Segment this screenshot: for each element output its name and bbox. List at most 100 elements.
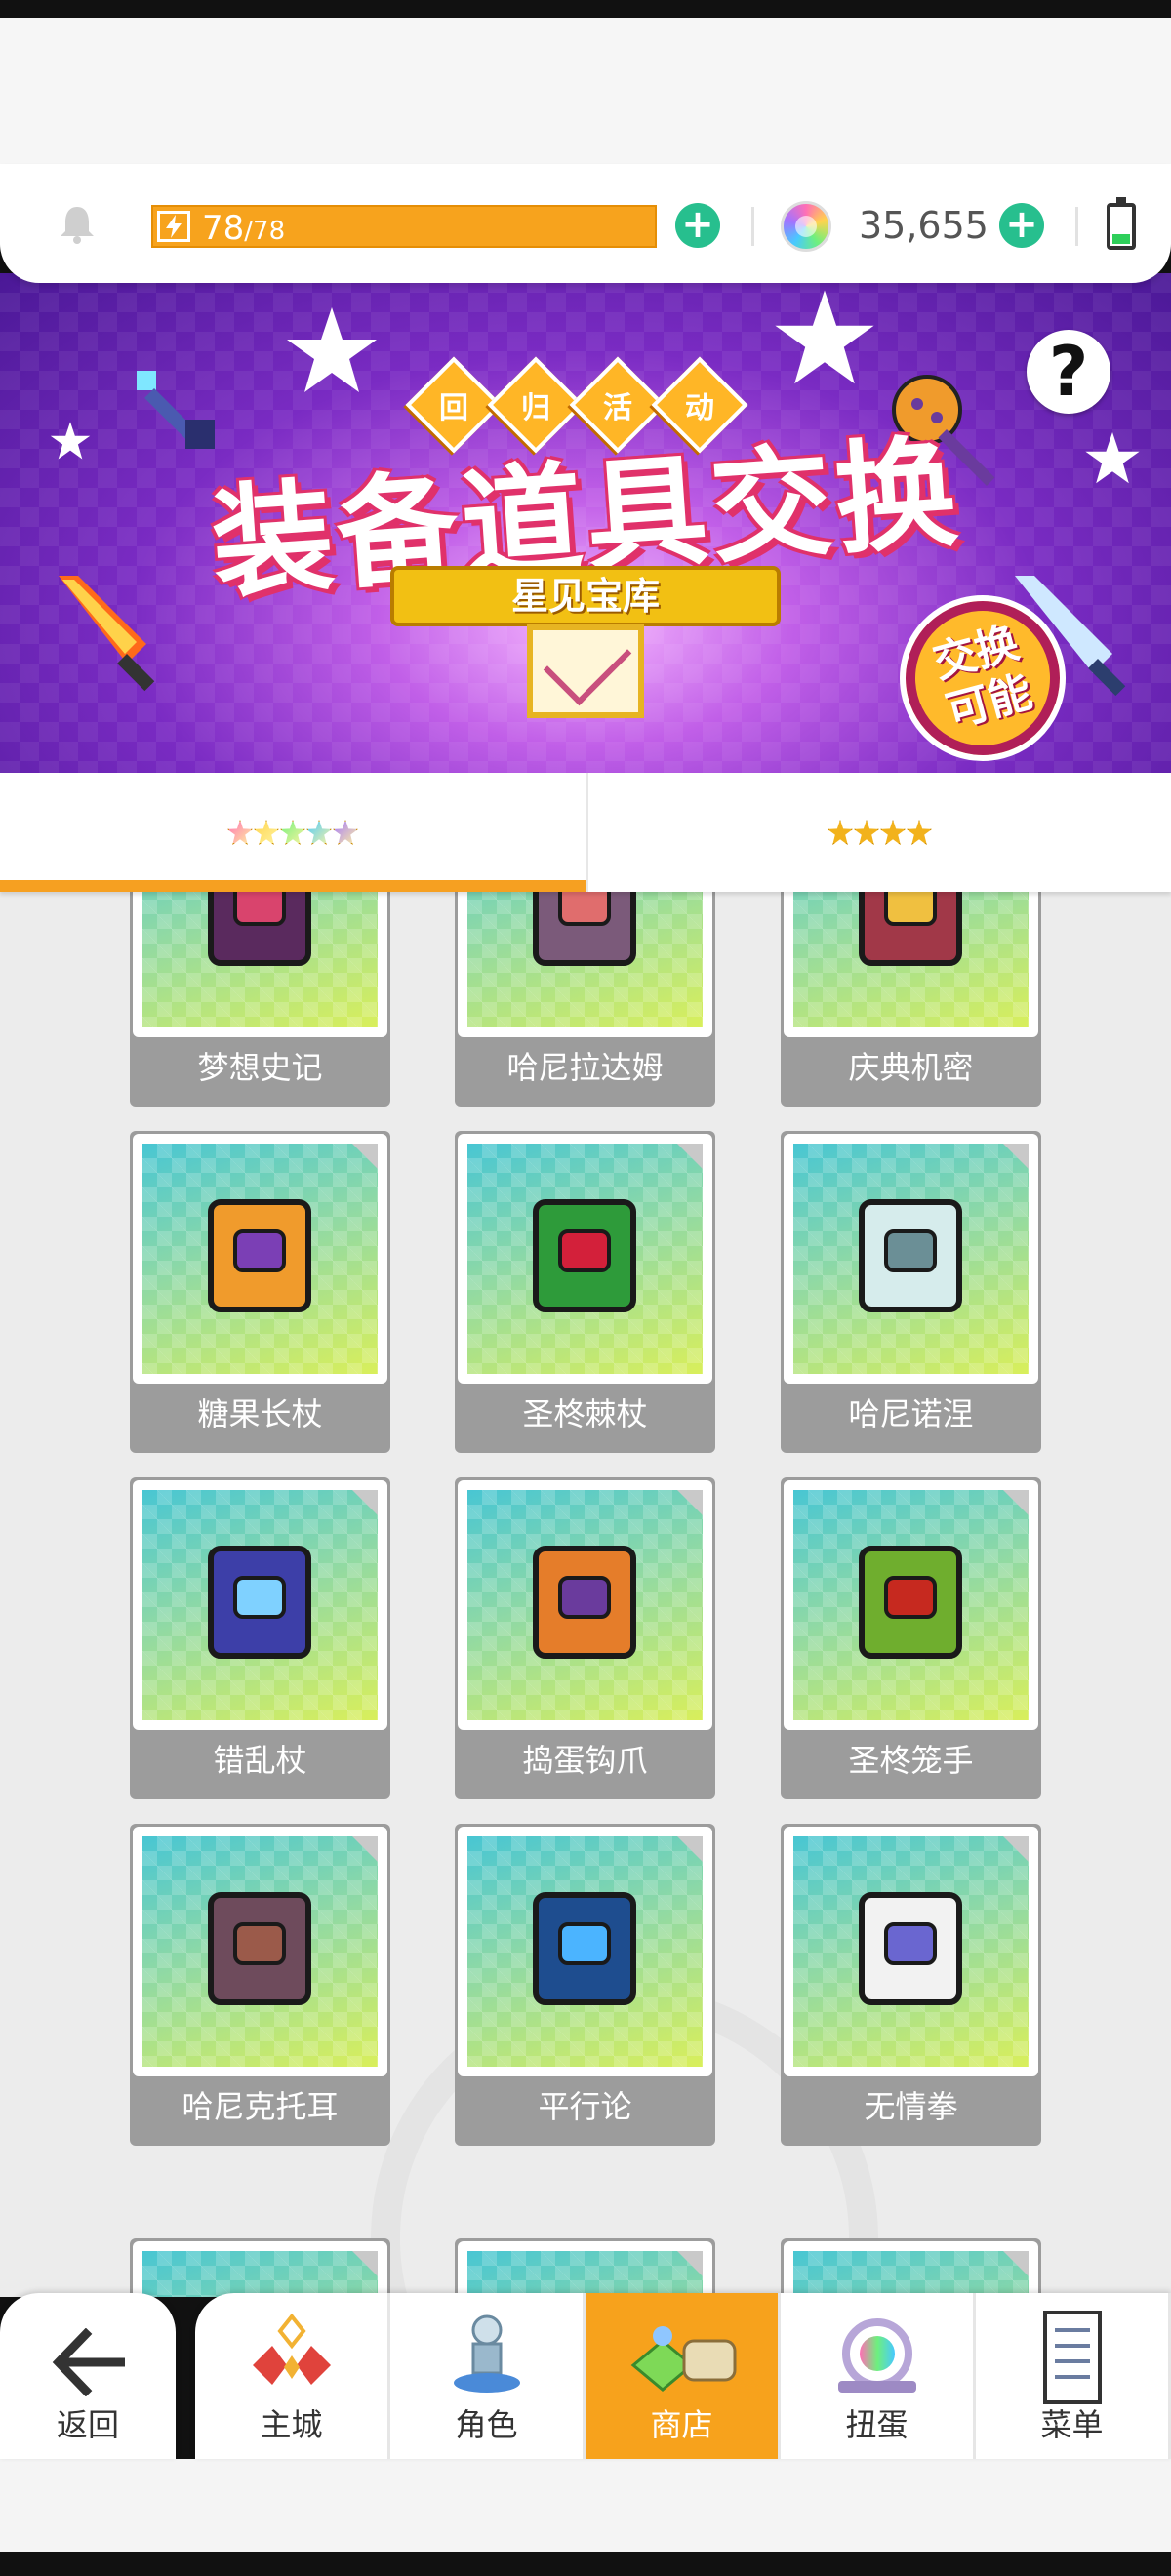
item-card[interactable]: 哈尼克托耳 (130, 1824, 390, 2146)
item-art (793, 1144, 1029, 1374)
item-icon (208, 892, 311, 966)
five-star-rating-icon (227, 820, 358, 845)
nav-item-character[interactable]: 角色 (390, 2293, 586, 2459)
item-card[interactable]: 哈尼诺涅 (781, 1131, 1041, 1453)
item-art (467, 1490, 703, 1720)
add-energy-button[interactable]: + (675, 203, 720, 248)
energy-current: 78 (202, 209, 245, 248)
item-name: 捣蛋钩爪 (522, 1742, 648, 1779)
item-art (142, 1490, 378, 1720)
item-art (142, 1144, 378, 1374)
item-grid: 梦想史记 哈尼拉达姆 庆典机密糖果长杖 圣柊棘杖 哈尼诺涅错乱杖 捣蛋钩爪 圣柊笼手哈尼克托… (0, 892, 1171, 2297)
star-decoration-icon (50, 422, 91, 460)
item-icon (859, 892, 962, 966)
item-art (793, 1836, 1029, 2067)
tab-four-star[interactable] (586, 773, 1171, 892)
battery-icon (1107, 197, 1136, 250)
item-art (793, 892, 1029, 1027)
item-card[interactable]: 平行论 (455, 1824, 715, 2146)
item-card[interactable]: 捣蛋钩爪 (455, 1477, 715, 1799)
star-icon (333, 820, 358, 845)
star-decoration-icon (775, 290, 874, 384)
shop-icon (630, 2326, 736, 2392)
item-art (142, 892, 378, 1027)
item-card[interactable]: 糖果长杖 (130, 1131, 390, 1453)
envelope-icon (527, 624, 644, 718)
item-card[interactable]: 梦想史记 (130, 892, 390, 1107)
back-button[interactable]: 返回 (0, 2293, 176, 2459)
item-card[interactable]: 错乱杖 (130, 1477, 390, 1799)
item-card[interactable]: 无情拳 (781, 1824, 1041, 2146)
item-name: 梦想史记 (197, 1049, 323, 1086)
item-card-partial[interactable] (781, 2238, 1041, 2297)
gacha-icon (837, 2318, 916, 2393)
menu-icon (1042, 2311, 1102, 2404)
item-card-partial[interactable] (130, 2238, 390, 2297)
item-icon (533, 1199, 636, 1312)
star-icon (306, 820, 332, 845)
banner-ribbon: 星见宝库 (390, 566, 781, 626)
castle-icon (252, 2313, 331, 2385)
star-decoration-icon (1085, 432, 1140, 484)
bell-icon[interactable] (55, 201, 100, 246)
item-icon (208, 1892, 311, 2005)
rarity-tabs (0, 773, 1171, 892)
below-nav-area (0, 2459, 1171, 2552)
item-icon (533, 1546, 636, 1659)
item-name: 平行论 (538, 2088, 632, 2125)
help-button[interactable]: ? (1027, 330, 1110, 414)
item-icon (859, 1546, 962, 1659)
energy-bar: 78/78 (151, 205, 657, 248)
status-bar (0, 0, 1171, 18)
lightning-icon (157, 211, 190, 242)
item-card[interactable]: 哈尼拉达姆 (455, 892, 715, 1107)
top-blank-area (0, 18, 1171, 174)
add-gems-button[interactable]: + (999, 203, 1044, 248)
energy-max: /78 (244, 217, 286, 246)
four-star-rating-icon (828, 820, 932, 845)
item-icon (533, 892, 636, 966)
item-icon (859, 1892, 962, 2005)
bottom-navigation: 返回 主城 角色 商店 扭蛋 菜单 (0, 2293, 1171, 2459)
item-card[interactable]: 圣柊棘杖 (455, 1131, 715, 1453)
item-card[interactable]: 圣柊笼手 (781, 1477, 1041, 1799)
star-icon (227, 820, 253, 845)
item-name: 错乱杖 (213, 1742, 307, 1779)
divider (1075, 207, 1078, 246)
item-art (467, 892, 703, 1027)
item-card[interactable]: 庆典机密 (781, 892, 1041, 1107)
star-icon (880, 820, 906, 845)
star-icon (828, 820, 853, 845)
nav-item-gacha[interactable]: 扭蛋 (781, 2293, 976, 2459)
nav-item-shop[interactable]: 商店 (586, 2293, 781, 2459)
nav-item-main-city[interactable]: 主城 (195, 2293, 390, 2459)
item-name: 庆典机密 (848, 1049, 974, 1086)
item-art (467, 1144, 703, 1374)
item-art (142, 1836, 378, 2067)
nav-item-menu[interactable]: 菜单 (976, 2293, 1171, 2459)
item-icon (208, 1199, 311, 1312)
item-name: 圣柊棘杖 (522, 1395, 648, 1432)
event-banner: 回 归 活 动 装备道具交换 星见宝库 交换可能 ? (0, 273, 1171, 773)
item-card-partial[interactable] (455, 2238, 715, 2297)
item-icon (533, 1892, 636, 2005)
star-icon (254, 820, 279, 845)
item-icon (208, 1546, 311, 1659)
item-name: 哈尼克托耳 (182, 2088, 339, 2125)
item-art (793, 1490, 1029, 1720)
item-name: 圣柊笼手 (848, 1742, 974, 1779)
item-name: 哈尼拉达姆 (506, 1049, 664, 1086)
tab-five-star[interactable] (0, 773, 586, 892)
resource-header: 78/78 + 35,655 + (0, 164, 1171, 283)
star-icon (907, 820, 932, 845)
character-icon (453, 2314, 520, 2393)
system-nav-strip (0, 2552, 1171, 2576)
star-icon (854, 820, 879, 845)
star-icon (280, 820, 305, 845)
item-name: 无情拳 (864, 2088, 958, 2125)
divider (751, 207, 754, 246)
item-icon (859, 1199, 962, 1312)
nav-bar: 主城 角色 商店 扭蛋 菜单 (195, 2293, 1171, 2459)
item-art (467, 1836, 703, 2067)
back-arrow-icon (52, 2328, 125, 2396)
